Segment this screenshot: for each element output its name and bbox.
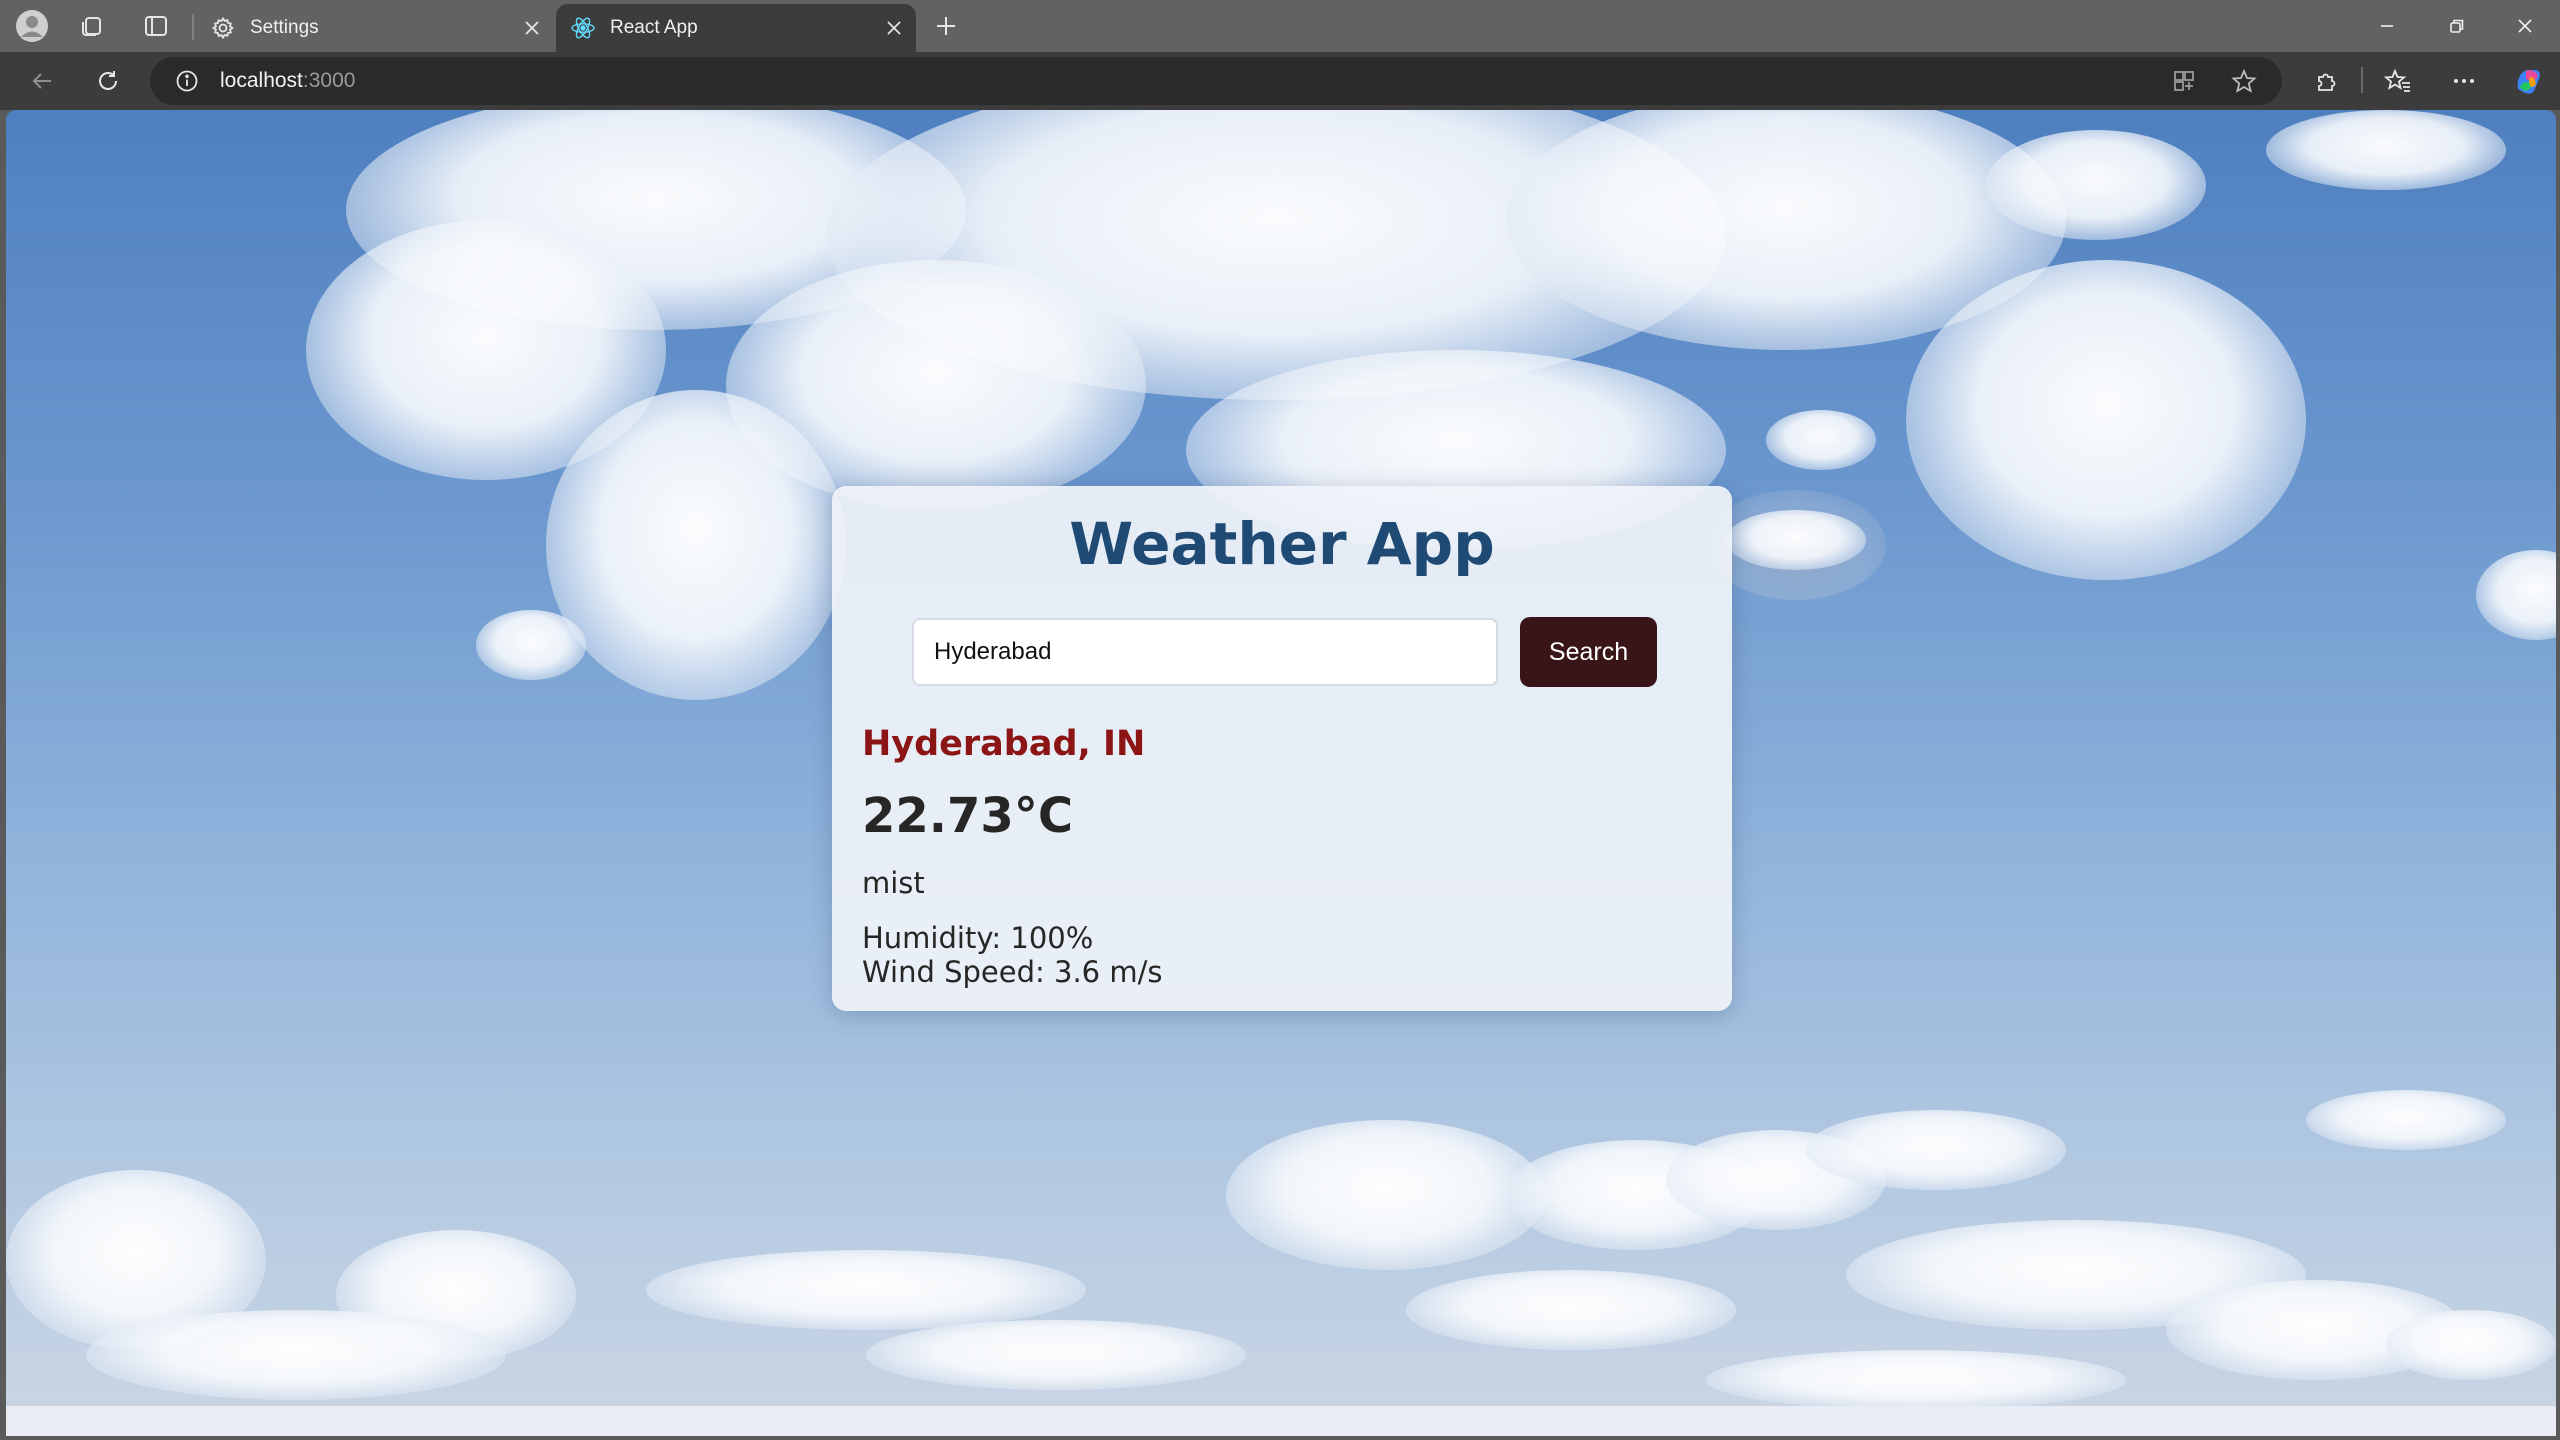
- browser-window: Settings React App localhost:3000 Weath…: [0, 0, 2560, 1440]
- url-port: :3000: [302, 69, 356, 92]
- extensions-icon[interactable]: [2304, 61, 2348, 101]
- tab-react-app[interactable]: React App: [556, 4, 916, 52]
- app-available-icon[interactable]: [2162, 61, 2206, 101]
- workspaces-icon[interactable]: [68, 8, 116, 44]
- tab-title: React App: [610, 17, 698, 38]
- profile-icon[interactable]: [8, 8, 56, 44]
- temperature-value: 22.73°C: [862, 788, 1074, 844]
- search-button[interactable]: Search: [1520, 617, 1657, 687]
- app-title: Weather App: [1069, 510, 1495, 578]
- browser-toolbar: localhost :3000: [0, 52, 2560, 110]
- weather-description: mist: [862, 866, 925, 900]
- close-window-icon[interactable]: [2490, 0, 2560, 52]
- minimize-icon[interactable]: [2352, 0, 2422, 52]
- address-bar[interactable]: localhost :3000: [150, 57, 2282, 105]
- tab-actions-icon[interactable]: [132, 8, 180, 44]
- tab-separator: [192, 14, 194, 40]
- wind-speed-text: Wind Speed: 3.6 m/s: [862, 955, 1163, 989]
- tab-strip: Settings React App: [0, 0, 2560, 52]
- city-search-input[interactable]: [912, 618, 1498, 686]
- weather-card: Weather App Search Hyderabad, IN 22.73°C…: [832, 486, 1732, 1011]
- page-viewport: Weather App Search Hyderabad, IN 22.73°C…: [6, 110, 2556, 1406]
- react-icon: [570, 15, 596, 41]
- favorite-star-icon[interactable]: [2222, 61, 2266, 101]
- tab-settings[interactable]: Settings: [196, 4, 554, 52]
- new-tab-icon[interactable]: [922, 8, 970, 44]
- close-icon[interactable]: [518, 14, 546, 42]
- copilot-icon[interactable]: [2506, 61, 2550, 101]
- url-host: localhost: [220, 69, 303, 92]
- toolbar-separator: [2361, 67, 2363, 93]
- close-icon[interactable]: [880, 14, 908, 42]
- back-arrow-icon[interactable]: [20, 61, 64, 101]
- gear-icon: [210, 15, 236, 41]
- page-bottom-strip: [6, 1406, 2556, 1436]
- favorites-icon[interactable]: [2376, 61, 2420, 101]
- more-options-icon[interactable]: [2442, 61, 2486, 101]
- location-heading: Hyderabad, IN: [862, 724, 1146, 764]
- tab-title: Settings: [250, 17, 319, 38]
- restore-icon[interactable]: [2422, 0, 2492, 52]
- humidity-text: Humidity: 100%: [862, 921, 1094, 955]
- site-info-icon[interactable]: [172, 66, 202, 96]
- refresh-icon[interactable]: [86, 61, 130, 101]
